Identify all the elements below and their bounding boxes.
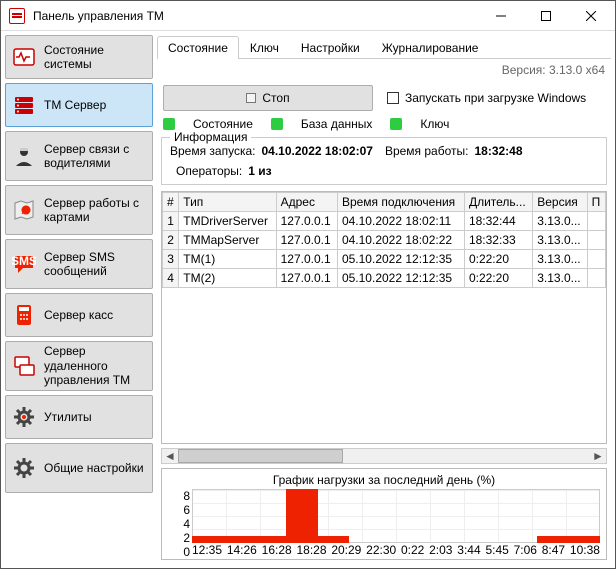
close-button[interactable]	[568, 1, 613, 30]
calculator-icon	[12, 303, 36, 327]
scroll-left-icon[interactable]: ◄	[162, 449, 178, 463]
tabs: СостояниеКлючНастройкиЖурналирование	[157, 35, 611, 59]
sidebar-item-tm-server[interactable]: ТМ Сервер	[5, 83, 153, 127]
chart-bar	[569, 536, 600, 543]
sidebar-item-system-state[interactable]: Состояние системы	[5, 35, 153, 79]
map-pin-icon	[12, 198, 36, 222]
chart-bar	[255, 536, 286, 543]
heart-monitor-icon	[12, 45, 36, 69]
sms-icon: SMS	[12, 252, 36, 276]
stop-label: Стоп	[262, 91, 289, 105]
sidebar-item-label: Общие настройки	[44, 461, 146, 475]
connections-table[interactable]: #ТипАдресВремя подключенияДлитель...Верс…	[161, 191, 607, 444]
state-led	[163, 118, 175, 130]
tab-Состояние[interactable]: Состояние	[157, 36, 239, 59]
sidebar-item-cash-server[interactable]: Сервер касс	[5, 293, 153, 337]
window-title: Панель управления TM	[33, 9, 478, 23]
maximize-button[interactable]	[523, 1, 568, 30]
sidebar-item-sms-server[interactable]: SMS Сервер SMS сообщений	[5, 239, 153, 289]
main-panel: СостояниеКлючНастройкиЖурналирование Вер…	[157, 35, 611, 564]
driver-icon	[12, 144, 36, 168]
sidebar-item-map-server[interactable]: Сервер работы с картами	[5, 185, 153, 235]
sidebar-item-settings[interactable]: Общие настройки	[5, 443, 153, 493]
sidebar-item-label: Сервер касс	[44, 308, 146, 322]
sidebar-item-label: Сервер удаленного управления TM	[44, 344, 146, 387]
tab-Настройки[interactable]: Настройки	[290, 36, 371, 59]
app-icon	[9, 8, 25, 24]
column-header[interactable]: П	[587, 193, 605, 212]
tab-Ключ[interactable]: Ключ	[239, 36, 290, 59]
sidebar-item-label: ТМ Сервер	[44, 98, 146, 112]
chart-bar	[537, 536, 568, 543]
sidebar-item-label: Сервер работы с картами	[44, 196, 146, 225]
load-chart: График нагрузки за последний день (%) 86…	[161, 468, 607, 560]
column-header[interactable]: Время подключения	[337, 193, 464, 212]
column-header[interactable]: #	[163, 193, 179, 212]
column-header[interactable]: Длитель...	[464, 193, 532, 212]
chart-bar	[286, 489, 317, 543]
chart-bar	[318, 536, 349, 543]
info-box: Информация Время запуска: 04.10.2022 18:…	[161, 137, 607, 185]
table-row[interactable]: 4TM(2)127.0.0.105.10.2022 12:12:350:22:2…	[163, 269, 606, 288]
svg-text:SMS: SMS	[12, 254, 36, 268]
remote-icon	[12, 354, 36, 378]
server-icon	[12, 93, 36, 117]
sidebar-item-utilities[interactable]: Утилиты	[5, 395, 153, 439]
minimize-button[interactable]	[478, 1, 523, 30]
table-row[interactable]: 2TMMapServer127.0.0.104.10.2022 18:02:22…	[163, 231, 606, 250]
sidebar-item-remote-server[interactable]: Сервер удаленного управления TM	[5, 341, 153, 391]
column-header[interactable]: Версия	[533, 193, 587, 212]
stop-icon	[246, 93, 256, 103]
column-header[interactable]: Тип	[179, 193, 276, 212]
column-header[interactable]: Адрес	[276, 193, 337, 212]
sidebar-item-label: Сервер SMS сообщений	[44, 250, 146, 279]
sidebar-item-label: Утилиты	[44, 410, 146, 424]
titlebar: Панель управления TM	[1, 1, 615, 31]
autostart-checkbox[interactable]: Запускать при загрузке Windows	[387, 91, 586, 105]
table-row[interactable]: 1TMDriverServer127.0.0.104.10.2022 18:02…	[163, 212, 606, 231]
gear-icon	[12, 405, 36, 429]
table-row[interactable]: 3TM(1)127.0.0.105.10.2022 12:12:350:22:2…	[163, 250, 606, 269]
horizontal-scrollbar[interactable]: ◄ ►	[161, 448, 607, 464]
gear-icon	[12, 456, 36, 480]
sidebar-item-label: Сервер связи с водителями	[44, 142, 146, 171]
chart-bar	[223, 536, 254, 543]
sidebar-item-label: Состояние системы	[44, 43, 146, 72]
stop-button[interactable]: Стоп	[163, 85, 373, 111]
key-led	[390, 118, 402, 130]
db-led	[271, 118, 283, 130]
scroll-right-icon[interactable]: ►	[590, 449, 606, 463]
tab-Журналирование[interactable]: Журналирование	[371, 36, 490, 59]
version-label: Версия: 3.13.0 x64	[502, 63, 605, 77]
checkbox-icon	[387, 92, 399, 104]
sidebar: Состояние системы ТМ Сервер Сервер связи…	[5, 35, 153, 564]
chart-bar	[192, 536, 223, 543]
sidebar-item-driver-server[interactable]: Сервер связи с водителями	[5, 131, 153, 181]
